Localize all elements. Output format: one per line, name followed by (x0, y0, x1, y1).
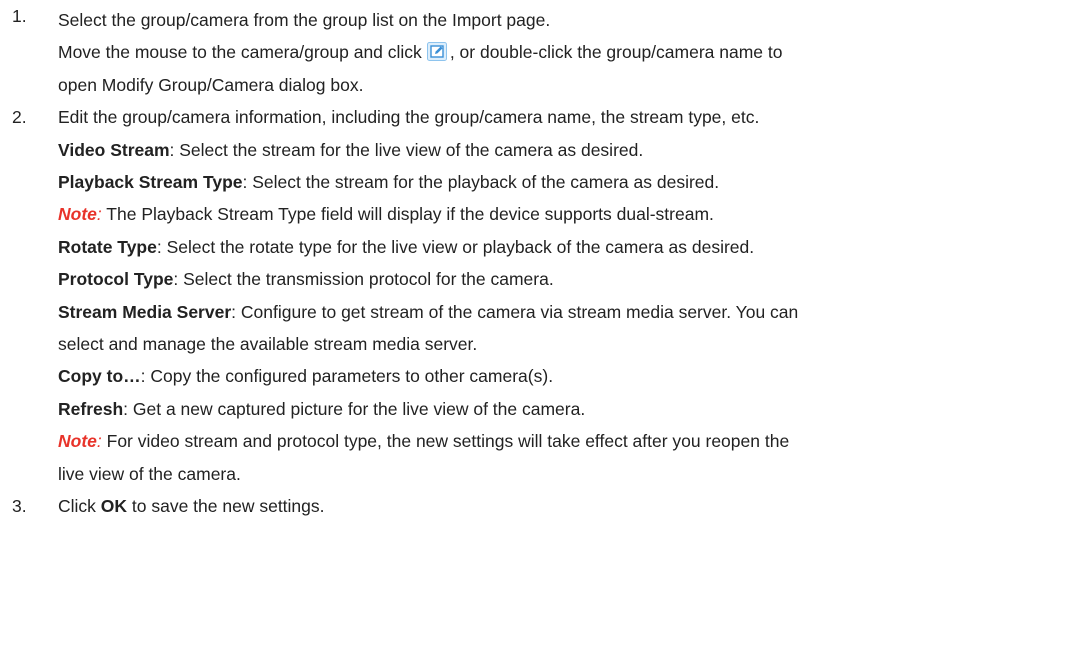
note-2-cont: live view of the camera. (58, 463, 241, 484)
param-stream-media-server: Stream Media Server: Configure to get st… (58, 296, 1091, 328)
step-2: 2. Edit the group/camera information, in… (0, 101, 1091, 490)
step-1-text-before-icon: Move the mouse to the camera/group and c… (58, 42, 422, 63)
param-label: Playback Stream Type (58, 172, 243, 193)
param-protocol-type: Protocol Type: Select the transmission p… (58, 263, 1091, 295)
step-1-line-2: Move the mouse to the camera/group and c… (58, 36, 1091, 68)
step-3-line: Click OK to save the new settings. (58, 490, 1091, 522)
param-label: Stream Media Server (58, 301, 232, 322)
param-text: : Copy the configured parameters to othe… (140, 366, 554, 387)
param-rotate-type: Rotate Type: Select the rotate type for … (58, 231, 1091, 263)
step-1-text-after-icon: , or double-click the group/camera name … (449, 42, 783, 63)
param-playback-stream-type: Playback Stream Type: Select the stream … (58, 166, 1091, 198)
param-refresh: Refresh: Get a new captured picture for … (58, 393, 1091, 425)
param-text: : Select the transmission protocol for t… (173, 269, 554, 290)
param-text: : Get a new captured picture for the liv… (123, 398, 586, 419)
param-copy-to: Copy to…: Copy the configured parameters… (58, 360, 1091, 392)
step-3: 3. Click OK to save the new settings. (0, 490, 1091, 522)
param-label: Protocol Type (58, 269, 174, 290)
ok-label: OK (100, 496, 128, 517)
step-number: 1. (12, 6, 27, 26)
param-text: : Select the stream for the live view of… (169, 139, 644, 160)
param-label: Refresh (58, 398, 124, 419)
note-label: Note (58, 431, 97, 452)
document-page: 1. Select the group/camera from the grou… (0, 0, 1091, 658)
step-3-text-before: Click (58, 496, 101, 517)
note-text: For video stream and protocol type, the … (101, 431, 790, 452)
step-1-line-3: open Modify Group/Camera dialog box. (58, 74, 364, 95)
note-1: Note: The Playback Stream Type field wil… (58, 198, 1091, 230)
param-text: : Select the stream for the playback of … (242, 172, 720, 193)
param-label: Rotate Type (58, 236, 157, 257)
step-2-intro: Edit the group/camera information, inclu… (58, 107, 760, 128)
param-label: Video Stream (58, 139, 170, 160)
param-label: Copy to… (58, 366, 141, 387)
step-3-text-after: to save the new settings. (127, 496, 325, 517)
note-label: Note (58, 204, 97, 225)
note-2: Note: For video stream and protocol type… (58, 425, 1091, 457)
edit-icon (426, 39, 447, 62)
step-1: 1. Select the group/camera from the grou… (0, 0, 1091, 101)
step-number: 3. (12, 496, 27, 517)
param-text: : Select the rotate type for the live vi… (156, 236, 755, 257)
note-text: The Playback Stream Type field will disp… (101, 204, 714, 225)
step-1-line-1: Select the group/camera from the group l… (58, 10, 551, 30)
param-video-stream: Video Stream: Select the stream for the … (58, 134, 1091, 166)
param-stream-media-server-cont: select and manage the available stream m… (58, 334, 478, 355)
step-number: 2. (12, 107, 27, 128)
param-text: : Configure to get stream of the camera … (231, 301, 799, 322)
